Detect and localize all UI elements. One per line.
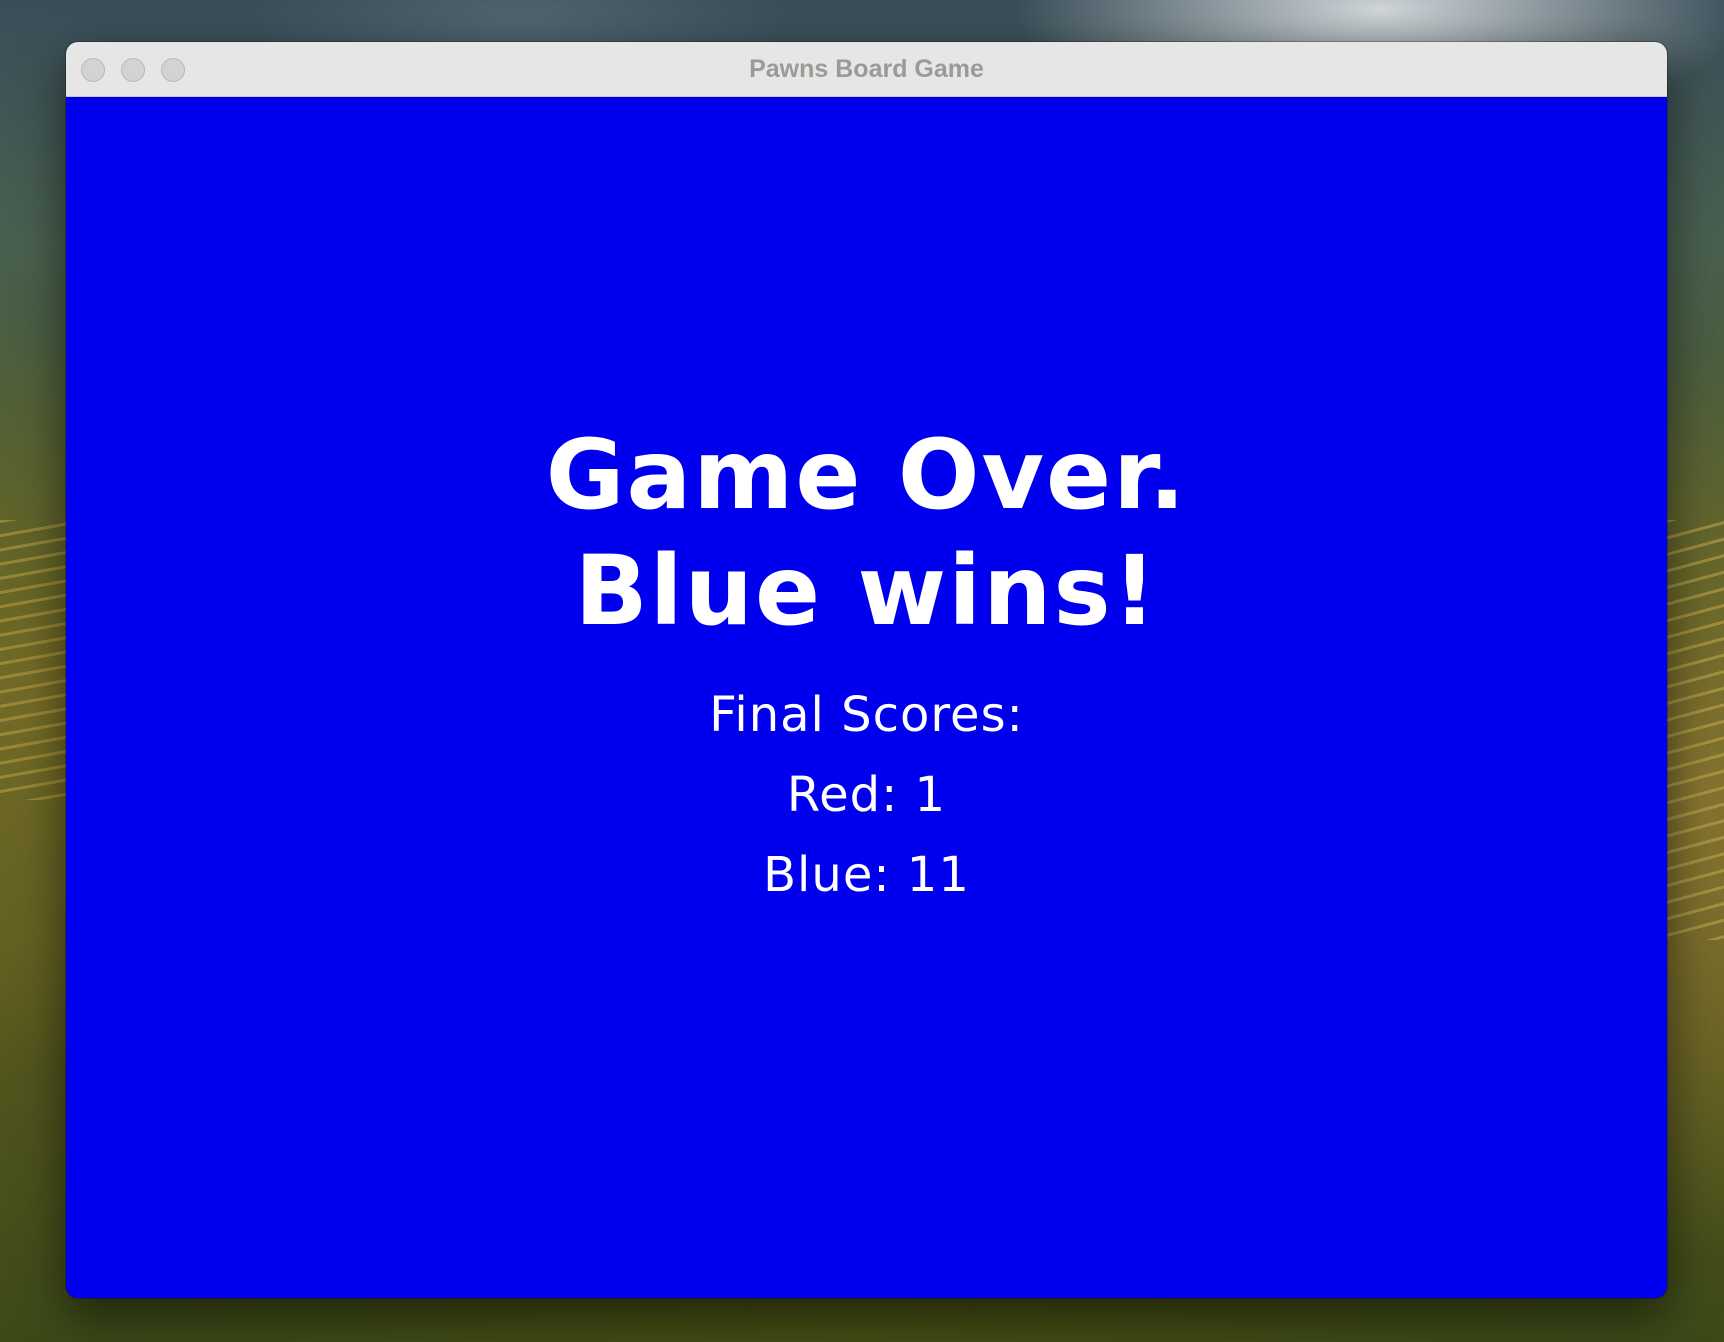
window-titlebar[interactable]: Pawns Board Game (66, 42, 1667, 97)
red-score: Red: 1 (786, 767, 947, 823)
final-scores: Final Scores: Red: 1 Blue: 11 (66, 675, 1667, 915)
window-title: Pawns Board Game (749, 55, 984, 83)
wallpaper-vineyard-left (0, 520, 66, 800)
final-scores-label: Final Scores: (709, 687, 1024, 743)
game-over-heading: Game Over. Blue wins! (66, 417, 1667, 649)
game-window: Pawns Board Game Game Over. Blue wins! F… (66, 42, 1667, 1298)
winner-line: Blue wins! (574, 535, 1159, 647)
game-over-line: Game Over. (545, 419, 1188, 531)
game-over-panel: Game Over. Blue wins! Final Scores: Red:… (66, 97, 1667, 1298)
blue-score: Blue: 11 (763, 847, 970, 903)
wallpaper-vineyard-right (1666, 520, 1724, 940)
